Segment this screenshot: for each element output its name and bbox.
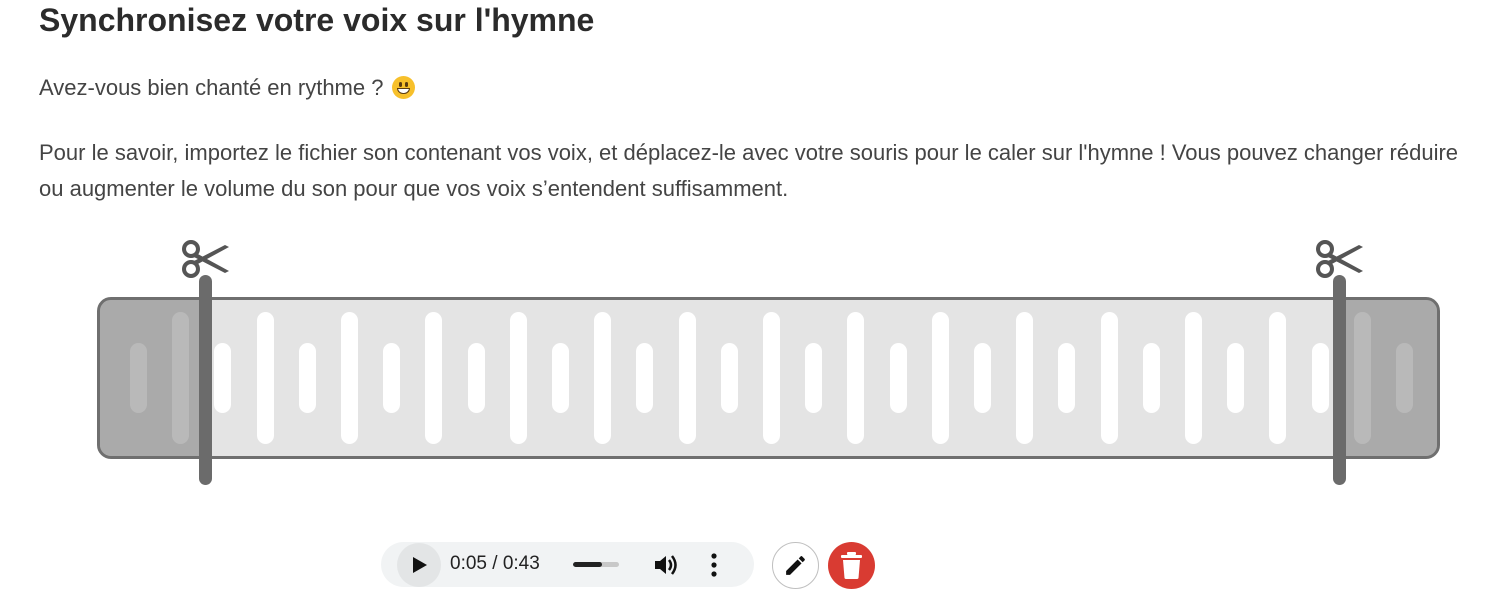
waveform-bar	[847, 312, 865, 444]
waveform-bar	[805, 343, 823, 413]
waveform-bar	[552, 343, 569, 413]
waveform-bar	[383, 343, 401, 413]
audio-player[interactable]: 0:05 / 0:43	[381, 542, 754, 587]
waveform-bar	[889, 343, 907, 413]
waveform-bar	[509, 312, 527, 444]
pencil-icon	[786, 556, 805, 575]
waveform-bar	[341, 312, 358, 444]
page-title: Synchronisez votre voix sur l'hymne	[39, 2, 595, 38]
trimmed-start-region	[100, 300, 208, 456]
waveform-bar	[594, 312, 612, 444]
waveform-bar	[298, 343, 316, 413]
waveform-bar	[1185, 312, 1202, 444]
question-text: Avez-vous bien chanté en rythme ?	[39, 75, 384, 100]
instructions-text: Pour le savoir, importez le fichier son …	[39, 140, 1459, 201]
waveform-bar	[763, 312, 780, 444]
waveform-bar	[425, 312, 443, 444]
waveform-bar	[1100, 312, 1118, 444]
waveform[interactable]	[97, 297, 1440, 459]
play-icon	[413, 557, 427, 573]
waveform-bar	[678, 312, 696, 444]
waveform-bar	[1269, 312, 1287, 444]
volume-icon[interactable]	[653, 553, 679, 577]
waveform-bar	[974, 343, 991, 413]
waveform-bar	[467, 343, 485, 413]
waveform-bar	[1058, 343, 1076, 413]
play-button[interactable]	[397, 543, 441, 587]
more-vertical-icon[interactable]	[710, 552, 718, 578]
edit-button[interactable]	[772, 542, 819, 589]
waveform-bar	[931, 312, 949, 444]
waveform-bar	[1142, 343, 1160, 413]
trash-icon	[841, 552, 862, 579]
waveform-bar	[214, 343, 232, 413]
trim-start-handle[interactable]	[199, 275, 212, 485]
seek-bar[interactable]	[573, 562, 619, 567]
trim-end-handle[interactable]	[1333, 275, 1346, 485]
delete-button[interactable]	[828, 542, 875, 589]
scissors-icon[interactable]	[181, 237, 231, 281]
audio-track-editor[interactable]	[0, 230, 1500, 490]
trimmed-end-region	[1340, 300, 1437, 456]
playback-time: 0:05 / 0:43	[450, 553, 540, 574]
seek-bar-fill	[573, 562, 602, 567]
waveform-bar	[720, 343, 738, 413]
waveform-bar	[256, 312, 274, 444]
scissors-icon[interactable]	[1315, 237, 1365, 281]
grinning-face-emoji-icon	[391, 76, 415, 99]
waveform-bar	[1311, 343, 1329, 413]
waveform-bar	[1016, 312, 1034, 444]
rhythm-question: Avez-vous bien chanté en rythme ?	[39, 75, 415, 101]
waveform-bar	[636, 343, 654, 413]
waveform-bar	[1227, 343, 1245, 413]
